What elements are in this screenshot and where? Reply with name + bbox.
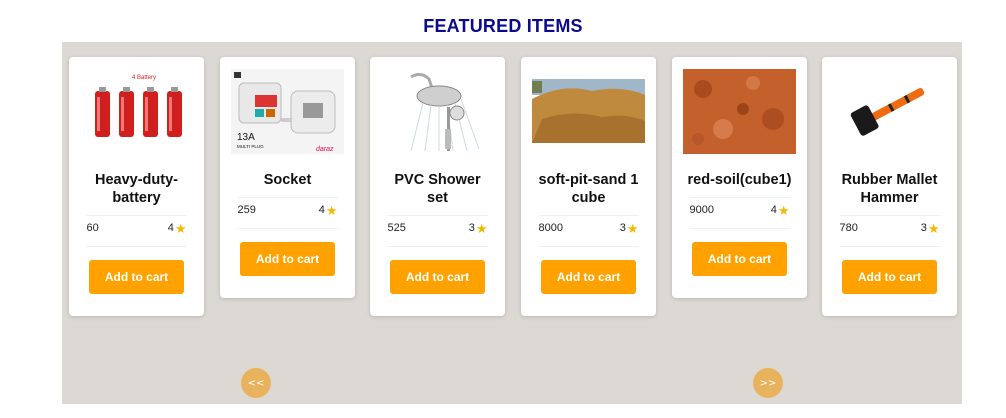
product-meta: 259 4 ★ (237, 197, 338, 229)
add-to-cart-button[interactable]: Add to cart (842, 260, 937, 294)
carousel-next-button[interactable]: >> (753, 368, 783, 398)
product-price: 9000 (689, 204, 714, 216)
rating-value: 4 (318, 204, 325, 216)
rating-value: 3 (468, 222, 475, 234)
add-to-cart-button[interactable]: Add to cart (541, 260, 636, 294)
star-icon: ★ (626, 220, 639, 236)
product-meta: 60 4 ★ (86, 215, 187, 247)
product-image-shower (381, 69, 494, 154)
star-icon: ★ (174, 220, 187, 236)
product-name: red-soil(cube1) (687, 172, 792, 188)
product-price: 525 (387, 222, 406, 234)
rating-value: 3 (920, 222, 927, 234)
product-name: Rubber Mallet Hammer (841, 172, 938, 206)
section-title: FEATURED ITEMS (423, 16, 583, 36)
product-price: 259 (237, 204, 256, 216)
image-caption: 13A (237, 132, 255, 143)
product-name: PVC Shower set (394, 172, 481, 206)
product-card[interactable]: 4 Battery Heavy-duty-battery 60 4 ★ Add … (69, 57, 204, 316)
product-price: 8000 (538, 222, 563, 234)
image-caption: MULTI PLUG (237, 144, 264, 149)
product-meta: 9000 4 ★ (689, 197, 790, 229)
product-name: Socket (263, 172, 312, 188)
star-icon: ★ (475, 220, 488, 236)
product-rating: 4 ★ (318, 202, 338, 218)
star-icon: ★ (325, 202, 338, 218)
product-name: Heavy-duty-battery (95, 172, 178, 206)
add-to-cart-button[interactable]: Add to cart (240, 242, 335, 276)
product-image-hammer (833, 69, 946, 154)
product-card[interactable]: red-soil(cube1) 9000 4 ★ Add to cart (672, 57, 807, 298)
product-meta: 525 3 ★ (387, 215, 488, 247)
product-rating: 4 ★ (770, 202, 790, 218)
product-price: 780 (839, 222, 858, 234)
image-caption: daraz (316, 146, 334, 153)
product-meta: 780 3 ★ (839, 215, 940, 247)
product-rating: 3 ★ (619, 220, 639, 236)
add-to-cart-button[interactable]: Add to cart (692, 242, 787, 276)
product-rating: 3 ★ (468, 220, 488, 236)
product-rating: 3 ★ (920, 220, 940, 236)
product-name: soft-pit-sand 1 cube (538, 172, 639, 206)
product-card[interactable]: Rubber Mallet Hammer 780 3 ★ Add to cart (822, 57, 957, 316)
product-card[interactable]: soft-pit-sand 1 cube 8000 3 ★ Add to car… (521, 57, 656, 316)
product-card[interactable]: PVC Shower set 525 3 ★ Add to cart (370, 57, 505, 316)
rating-value: 4 (167, 222, 174, 234)
product-card[interactable]: 13A MULTI PLUG daraz Socket 259 4 ★ Add … (220, 57, 355, 298)
rating-value: 3 (619, 222, 626, 234)
star-icon: ★ (777, 202, 790, 218)
add-to-cart-button[interactable]: Add to cart (89, 260, 184, 294)
product-meta: 8000 3 ★ (538, 215, 639, 247)
product-rating: 4 ★ (167, 220, 187, 236)
add-to-cart-button[interactable]: Add to cart (390, 260, 485, 294)
product-image-battery: 4 Battery (80, 69, 193, 154)
product-image-sand (532, 69, 645, 154)
product-image-socket: 13A MULTI PLUG daraz (231, 69, 344, 154)
star-icon: ★ (927, 220, 940, 236)
carousel-prev-button[interactable]: << (241, 368, 271, 398)
product-price: 60 (86, 222, 99, 234)
rating-value: 4 (770, 204, 777, 216)
image-caption: 4 Battery (132, 75, 156, 81)
product-image-red-soil (683, 69, 796, 154)
